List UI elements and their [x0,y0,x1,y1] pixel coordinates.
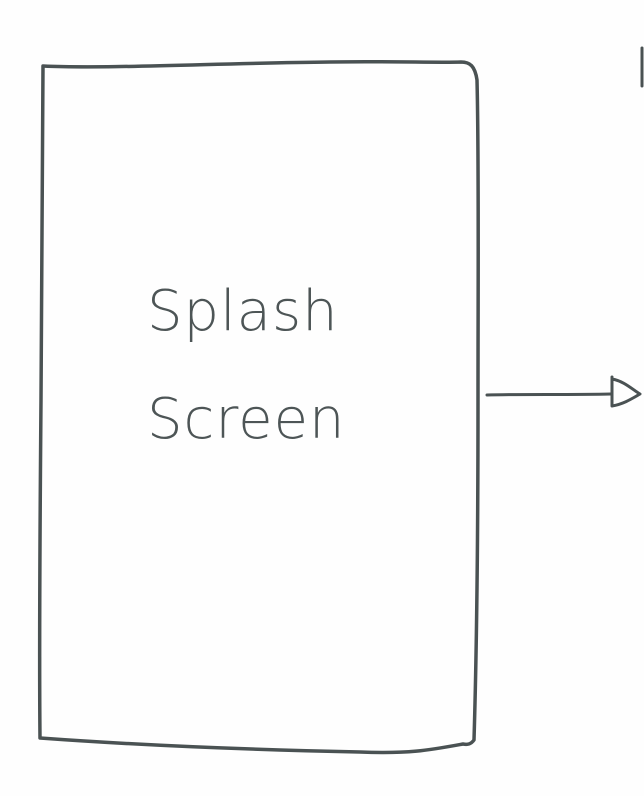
splash-label-line1: Splash [147,279,339,344]
splash-label-line2: Screen [147,387,346,452]
diagram-svg: Splash Screen [37,46,644,755]
diagram-canvas: Splash Screen [0,0,644,796]
arrow-head-icon [610,375,642,408]
arrow-line [485,392,613,397]
